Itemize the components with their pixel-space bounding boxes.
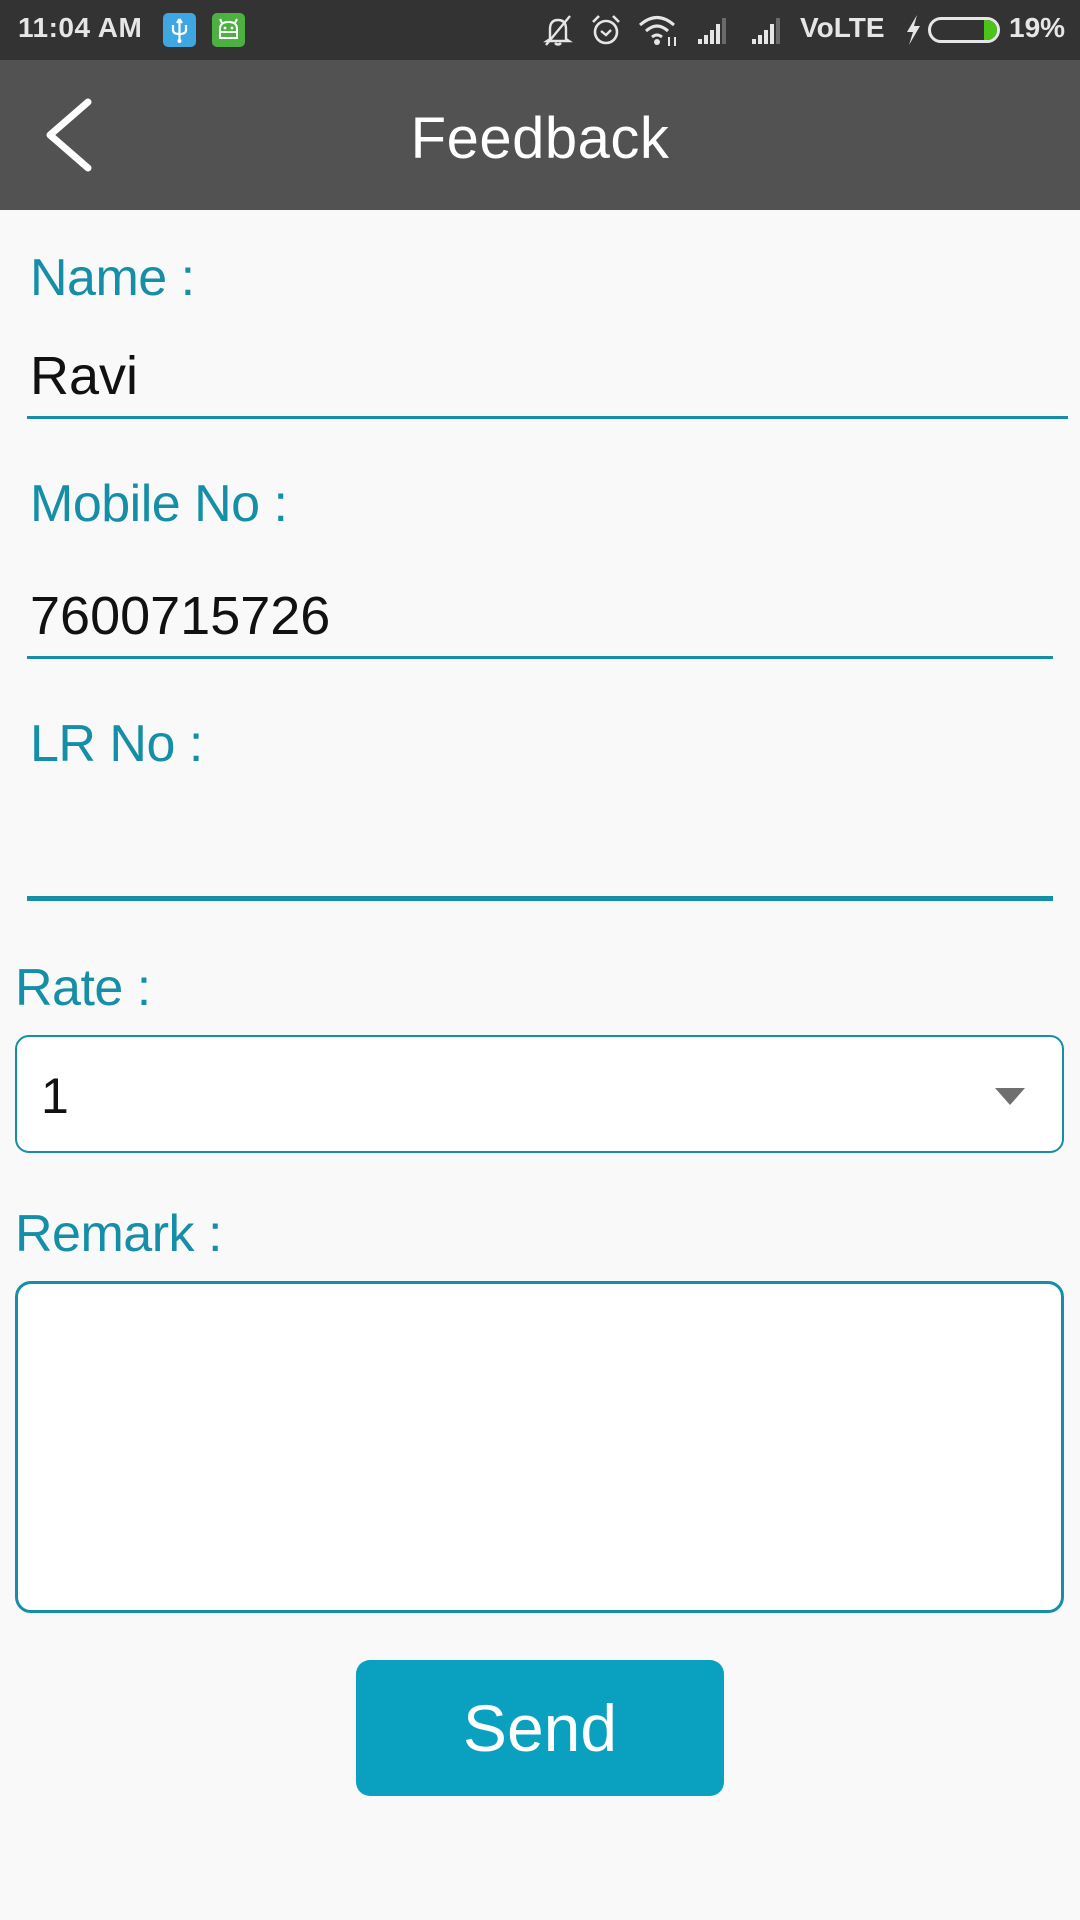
mobile-field[interactable]: 7600715726 [30, 585, 330, 647]
status-time: 11:04 AM [18, 12, 143, 43]
name-label: Name : [30, 249, 195, 307]
rate-dropdown[interactable]: 1 [15, 1035, 1064, 1153]
notifications-muted-icon [543, 12, 573, 48]
name-field-underline [27, 416, 1068, 419]
lr-no-field[interactable] [30, 820, 1056, 890]
signal-icon [692, 12, 734, 48]
wifi-icon [638, 12, 680, 48]
usb-icon [163, 13, 196, 47]
page-title: Feedback [410, 106, 670, 171]
battery-icon [928, 17, 1000, 43]
charging-icon [902, 12, 924, 48]
status-bar: 11:04 AM VoLTE 19% [0, 0, 1080, 60]
remark-textarea[interactable] [15, 1281, 1064, 1613]
mobile-label: Mobile No : [30, 475, 288, 533]
lr-no-label: LR No : [30, 715, 203, 773]
name-field[interactable]: Ravi [30, 345, 138, 407]
app-bar: Feedback [0, 60, 1080, 210]
lr-no-field-underline [27, 896, 1053, 901]
alarm-icon [590, 12, 622, 48]
network-type-label: VoLTE [800, 12, 885, 43]
send-button[interactable]: Send [356, 1660, 724, 1796]
rate-selected-value: 1 [41, 1068, 69, 1124]
battery-level-fill [983, 20, 997, 40]
android-icon [212, 13, 245, 47]
remark-label: Remark : [15, 1205, 222, 1263]
mobile-field-underline [27, 656, 1053, 659]
signal-icon [746, 12, 788, 48]
rate-label: Rate : [15, 959, 151, 1017]
battery-percent: 19% [1009, 12, 1066, 43]
dropdown-arrow-icon [995, 1088, 1025, 1105]
